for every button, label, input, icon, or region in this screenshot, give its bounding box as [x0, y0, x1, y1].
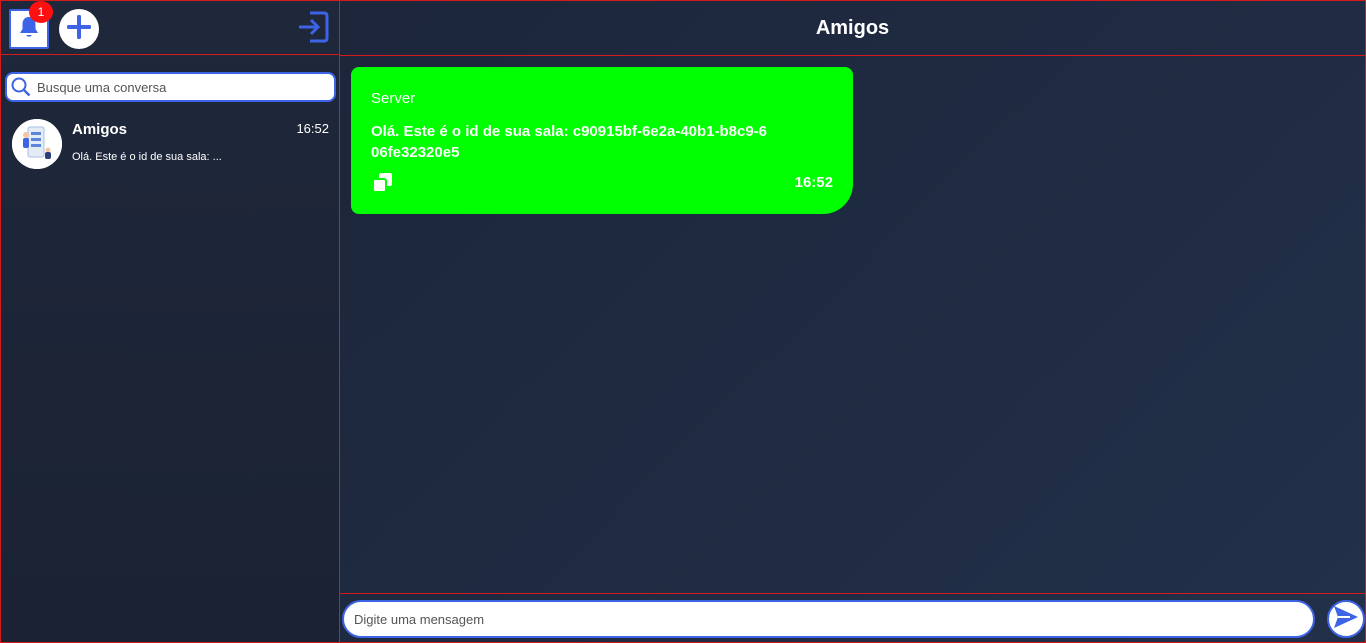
message-list: Server Olá. Este é o id de sua sala: c90… [340, 56, 1365, 594]
chat-header: Amigos [340, 1, 1365, 56]
avatar [12, 119, 62, 169]
message-input[interactable] [342, 600, 1315, 638]
conversation-name: Amigos [72, 121, 128, 138]
search-icon [9, 75, 33, 99]
sidebar: 1 Busque uma conversa Amigos 16:52 Olá. … [0, 0, 340, 643]
composer [340, 593, 1365, 643]
message-bubble: Server Olá. Este é o id de sua sala: c90… [351, 67, 853, 214]
conversation-preview: Olá. Este é o id de sua sala: ... [72, 151, 222, 163]
chat-app: 1 Busque uma conversa Amigos 16:52 Olá. … [0, 0, 1366, 643]
chat-title: Amigos [815, 16, 890, 39]
copy-button[interactable] [372, 172, 394, 194]
message-text: Olá. Este é o id de sua sala: c90915bf-6… [371, 123, 768, 161]
notification-badge: 1 [29, 1, 53, 23]
send-icon [1332, 603, 1360, 635]
chat-panel: Amigos Server Olá. Este é o id de sua sa… [340, 0, 1366, 643]
logout-icon [296, 10, 330, 48]
conversation-item[interactable]: Amigos 16:52 Olá. Este é o id de sua sal… [1, 111, 339, 175]
add-conversation-button[interactable] [59, 9, 99, 49]
sidebar-header: 1 [1, 1, 339, 55]
send-button[interactable] [1327, 600, 1365, 638]
message-time: 16:52 [794, 174, 833, 191]
conversation-time: 16:52 [296, 121, 329, 136]
search-input[interactable] [37, 79, 327, 95]
logout-button[interactable] [296, 10, 330, 48]
message-sender: Server [371, 90, 416, 107]
search-box [5, 72, 336, 102]
plus-icon [65, 13, 93, 45]
copy-icon [372, 173, 394, 198]
